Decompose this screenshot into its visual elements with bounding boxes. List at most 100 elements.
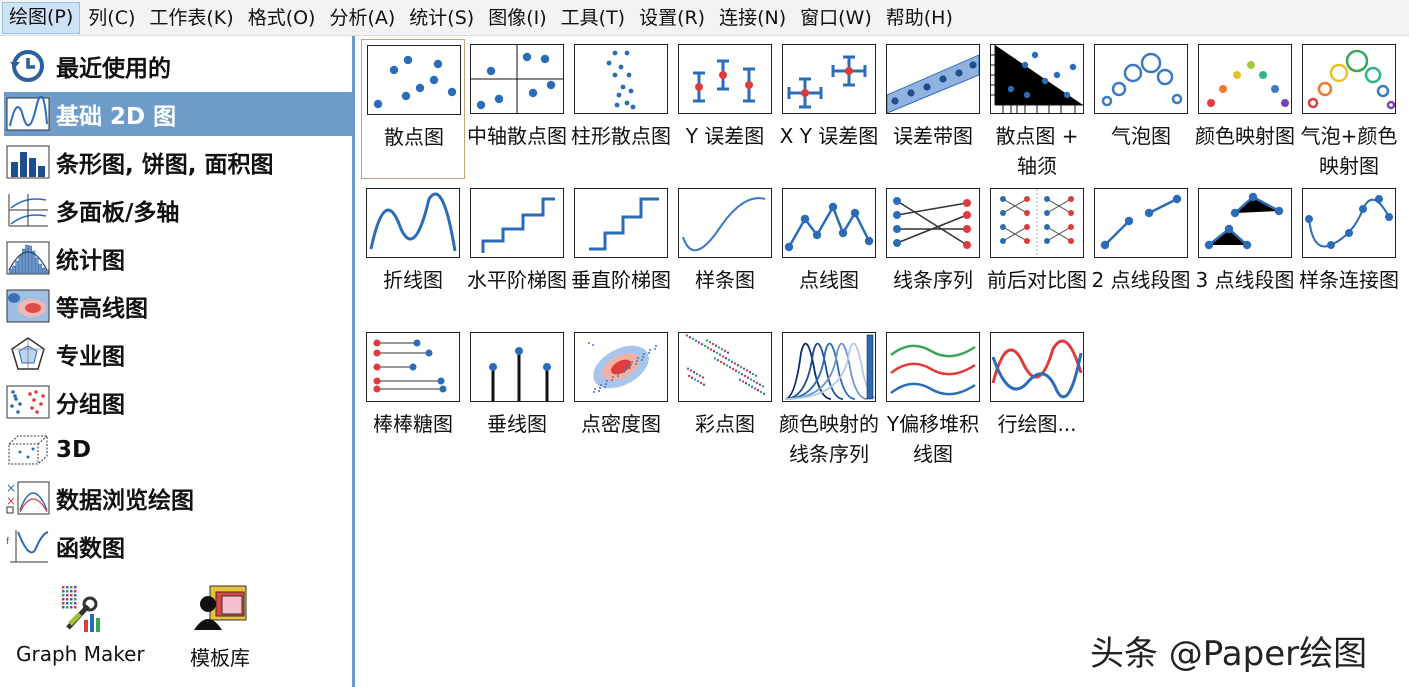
recent-icon — [4, 46, 52, 86]
bar-chart-icon — [4, 142, 52, 182]
horizontal-step-thumb-icon — [470, 188, 564, 258]
menu-item-1[interactable]: 列(C) — [82, 3, 141, 33]
template-tile-2[interactable]: 柱形散点图 — [569, 39, 673, 179]
sidebar-item-3[interactable]: 多面板/多轴 — [4, 188, 352, 232]
template-tile-12[interactable]: 垂直阶梯图 — [569, 183, 673, 323]
template-tile-0[interactable]: 散点图 — [361, 39, 465, 179]
menu-item-2[interactable]: 工作表(K) — [143, 3, 239, 33]
sidebar-item-label: 3D — [56, 437, 92, 463]
template-tile-3[interactable]: Y 误差图 — [673, 39, 777, 179]
template-tile-8[interactable]: 颜色映射图 — [1193, 39, 1297, 179]
template-tile-10[interactable]: 折线图 — [361, 183, 465, 323]
sidebar-item-10[interactable]: f 函数图 — [4, 524, 352, 568]
tile-label: 点密度图 — [581, 412, 661, 436]
graph-maker-button[interactable]: Graph Maker — [16, 584, 145, 666]
template-tile-21[interactable]: 垂线图 — [465, 327, 569, 467]
template-library-button[interactable]: 模板库 — [190, 584, 250, 671]
tile-label: 垂直阶梯图 — [571, 268, 671, 292]
bubble-thumb-icon — [1094, 44, 1188, 114]
menu-item-7[interactable]: 工具(T) — [555, 3, 631, 33]
menu-item-8[interactable]: 设置(R) — [633, 3, 711, 33]
sidebar-item-4[interactable]: 统计图 — [4, 236, 352, 280]
tile-label: 柱形散点图 — [571, 124, 671, 148]
template-tile-5[interactable]: 误差带图 — [881, 39, 985, 179]
svg-text:×: × — [6, 494, 16, 508]
histogram-icon — [4, 238, 52, 278]
svg-text:×: × — [6, 481, 16, 495]
menu-item-3[interactable]: 格式(O) — [242, 3, 322, 33]
sidebar-item-label: 条形图, 饼图, 面积图 — [56, 152, 274, 178]
sidebar-item-6[interactable]: 专业图 — [4, 332, 352, 376]
tile-label: 彩点图 — [695, 412, 755, 436]
density-dots-thumb-icon — [574, 332, 668, 402]
graph-template-grid: 散点图 中轴散点图 柱形散点图 Y 误差图 X Y 误差图 误差带图 散点图 + 轴须 气泡图… — [355, 36, 1409, 687]
template-tile-14[interactable]: 点线图 — [777, 183, 881, 323]
svg-text:f: f — [6, 537, 10, 547]
template-tile-23[interactable]: 彩点图 — [673, 327, 777, 467]
sidebar-item-7[interactable]: 分组图 — [4, 380, 352, 424]
plot-by-row-thumb-icon — [990, 332, 1084, 402]
template-tile-15[interactable]: 线条序列 — [881, 183, 985, 323]
sidebar-item-9[interactable]: × × 数据浏览绘图 — [4, 476, 352, 520]
sidebar-item-0[interactable]: 最近使用的 — [4, 44, 352, 88]
tile-label: 误差带图 — [893, 124, 973, 148]
tile-label: X Y 误差图 — [779, 124, 879, 148]
tool-label: 模板库 — [190, 646, 250, 670]
basic-2d-icon — [4, 94, 52, 134]
scatter-thumb-icon — [367, 45, 461, 115]
template-tile-1[interactable]: 中轴散点图 — [465, 39, 569, 179]
tile-label: 前后对比图 — [987, 268, 1087, 292]
tile-label: 垂线图 — [487, 412, 547, 436]
template-library-icon — [190, 584, 250, 638]
template-tile-6[interactable]: 散点图 + 轴须 — [985, 39, 1089, 179]
template-tile-16[interactable]: 前后对比图 — [985, 183, 1089, 323]
tile-label: 水平阶梯图 — [467, 268, 567, 292]
color-map-thumb-icon — [1198, 44, 1292, 114]
tile-label: Y偏移堆积线图 — [886, 412, 980, 466]
template-tile-22[interactable]: 点密度图 — [569, 327, 673, 467]
colormap-line-series-thumb-icon — [782, 332, 876, 402]
sidebar-item-2[interactable]: 条形图, 饼图, 面积图 — [4, 140, 352, 184]
sidebar-item-5[interactable]: 等高线图 — [4, 284, 352, 328]
grouped-scatter-icon — [4, 382, 52, 422]
lollipop-thumb-icon — [366, 332, 460, 402]
menu-item-6[interactable]: 图像(I) — [482, 3, 552, 33]
menu-item-5[interactable]: 统计(S) — [403, 3, 480, 33]
menu-item-4[interactable]: 分析(A) — [323, 3, 401, 33]
sidebar-item-label: 等高线图 — [56, 296, 148, 322]
template-tile-19[interactable]: 样条连接图 — [1297, 183, 1401, 323]
template-tile-9[interactable]: 气泡+颜色映射图 — [1297, 39, 1401, 179]
template-tile-18[interactable]: 3 点线段图 — [1193, 183, 1297, 323]
sidebar-item-label: 分组图 — [56, 392, 125, 418]
sidebar-item-8[interactable]: 3D — [4, 428, 352, 472]
menu-item-0[interactable]: 绘图(P) — [2, 1, 81, 34]
before-after-thumb-icon — [990, 188, 1084, 258]
tile-label: 散点图 — [384, 125, 444, 149]
template-tile-4[interactable]: X Y 误差图 — [777, 39, 881, 179]
menu-item-9[interactable]: 连接(N) — [713, 3, 792, 33]
y-error-thumb-icon — [678, 44, 772, 114]
template-tile-11[interactable]: 水平阶梯图 — [465, 183, 569, 323]
sidebar-item-label: 基础 2D 图 — [56, 104, 177, 130]
vertical-step-thumb-icon — [574, 188, 668, 258]
sidebar-item-1[interactable]: 基础 2D 图 — [4, 92, 352, 136]
template-tile-25[interactable]: Y偏移堆积线图 — [881, 327, 985, 467]
line-thumb-icon — [366, 188, 460, 258]
template-tile-20[interactable]: 棒棒糖图 — [361, 327, 465, 467]
menu-item-11[interactable]: 帮助(H) — [880, 3, 959, 33]
template-tile-24[interactable]: 颜色映射的线条序列 — [777, 327, 881, 467]
template-tile-7[interactable]: 气泡图 — [1089, 39, 1193, 179]
template-tile-26[interactable]: 行绘图... — [985, 327, 1089, 467]
tile-label: 颜色映射图 — [1195, 124, 1295, 148]
drop-line-thumb-icon — [470, 332, 564, 402]
contour-icon — [4, 286, 52, 326]
color-dots-thumb-icon — [678, 332, 772, 402]
tile-label: 中轴散点图 — [467, 124, 567, 148]
template-tile-13[interactable]: 样条图 — [673, 183, 777, 323]
tile-label: 散点图 + 轴须 — [995, 124, 1079, 178]
menu-item-10[interactable]: 窗口(W) — [794, 3, 878, 33]
center-axis-scatter-thumb-icon — [470, 44, 564, 114]
radar-icon — [4, 334, 52, 374]
template-tile-17[interactable]: 2 点线段图 — [1089, 183, 1193, 323]
sidebar-item-label: 统计图 — [56, 248, 125, 274]
